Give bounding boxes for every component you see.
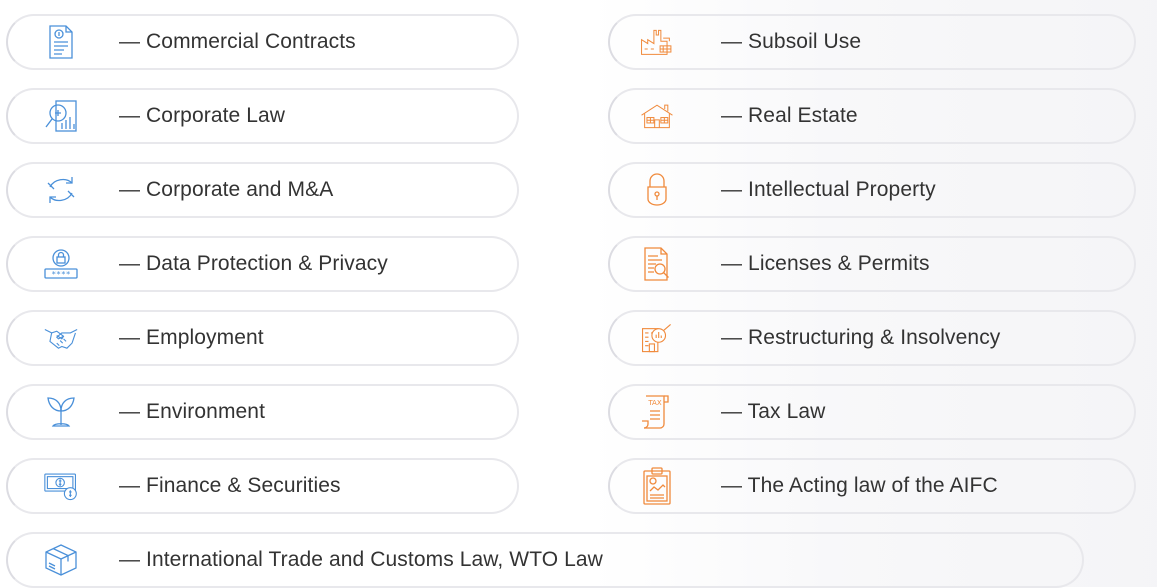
padlock-icon (640, 173, 674, 207)
practice-real-estate[interactable]: — Real Estate (608, 88, 1136, 144)
practice-employment[interactable]: — Employment (6, 310, 519, 366)
practice-label: — Employment (119, 326, 264, 349)
practice-label: — International Trade and Customs Law, W… (119, 548, 603, 571)
practice-commercial-contracts[interactable]: — Commercial Contracts (6, 14, 519, 70)
factory-icon (640, 25, 674, 59)
practice-restructuring-insolvency[interactable]: — Restructuring & Insolvency (608, 310, 1136, 366)
practice-label: — Corporate and M&A (119, 178, 334, 201)
practice-label: — Finance & Securities (119, 474, 341, 497)
practice-label: — Tax Law (721, 400, 826, 423)
practice-corporate-ma[interactable]: — Corporate and M&A (6, 162, 519, 218)
practice-licenses-permits[interactable]: — Licenses & Permits (608, 236, 1136, 292)
practice-corporate-law[interactable]: — Corporate Law (6, 88, 519, 144)
tax-receipt-icon: TAX (640, 395, 674, 429)
contract-document-icon (44, 25, 78, 59)
practice-international-trade[interactable]: — International Trade and Customs Law, W… (6, 532, 1084, 588)
practice-label: — Commercial Contracts (119, 30, 356, 53)
practice-label: — Subsoil Use (721, 30, 862, 53)
practice-aifc-acting-law[interactable]: — The Acting law of the AIFC (608, 458, 1136, 514)
practice-label: — Licenses & Permits (721, 252, 930, 275)
document-search-icon (640, 247, 674, 281)
magnifier-report-icon (44, 99, 78, 133)
practice-tax-law[interactable]: TAX — Tax Law (608, 384, 1136, 440)
practice-label: — Data Protection & Privacy (119, 252, 388, 275)
practice-label: — Real Estate (721, 104, 858, 127)
svg-text:****: **** (51, 270, 70, 279)
sprout-icon (44, 395, 78, 429)
practice-finance-securities[interactable]: — Finance & Securities (6, 458, 519, 514)
clipboard-chart-icon (640, 467, 674, 505)
password-lock-icon: **** (44, 247, 78, 281)
building-magnifier-icon (640, 321, 674, 355)
house-icon (640, 99, 674, 133)
practice-label: — Restructuring & Insolvency (721, 326, 1001, 349)
practice-label: — Corporate Law (119, 104, 286, 127)
practice-intellectual-property[interactable]: — Intellectual Property (608, 162, 1136, 218)
practice-subsoil-use[interactable]: — Subsoil Use (608, 14, 1136, 70)
practice-label: — Intellectual Property (721, 178, 936, 201)
svg-text:TAX: TAX (647, 399, 662, 407)
exchange-arrows-icon (44, 173, 78, 207)
banknote-coin-icon (44, 469, 78, 503)
practice-data-protection[interactable]: **** — Data Protection & Privacy (6, 236, 519, 292)
handshake-icon (44, 321, 78, 355)
practice-environment[interactable]: — Environment (6, 384, 519, 440)
practice-label: — The Acting law of the AIFC (721, 474, 998, 497)
practice-label: — Environment (119, 400, 266, 423)
package-box-icon (44, 543, 78, 577)
